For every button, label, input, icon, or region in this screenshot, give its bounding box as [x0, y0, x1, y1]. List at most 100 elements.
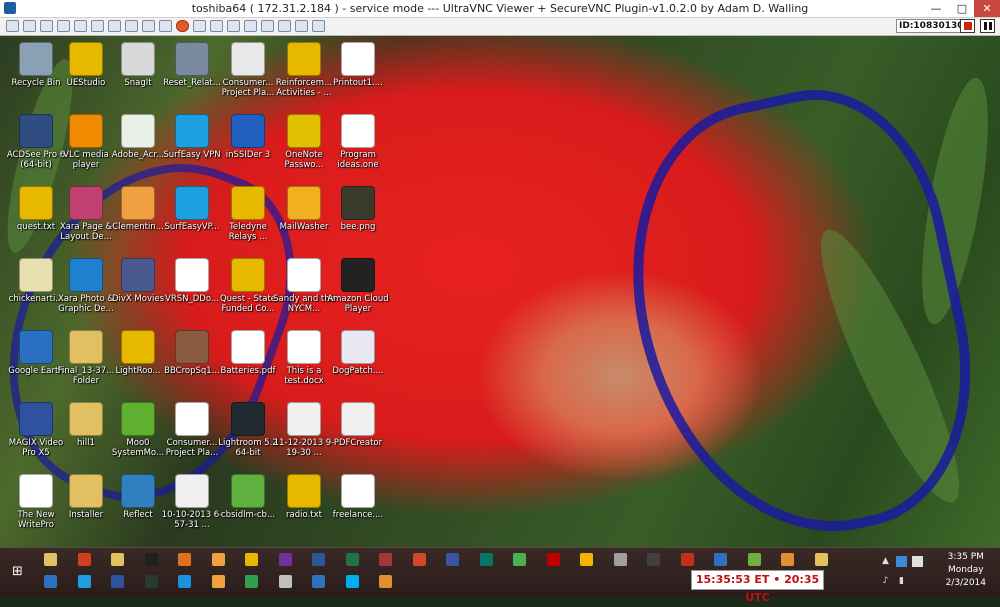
app13-icon[interactable] — [245, 575, 258, 588]
desktop-icon[interactable]: VRSN_DDo... — [160, 254, 224, 324]
desktop-icon[interactable]: freelance.... — [326, 470, 390, 540]
file-icon — [231, 474, 265, 508]
record-button[interactable] — [960, 19, 975, 33]
desktop-icon[interactable]: Amazon Cloud Player — [326, 254, 390, 324]
ie-icon[interactable] — [178, 575, 191, 588]
view-only-button[interactable] — [261, 20, 274, 32]
app-icon[interactable] — [144, 553, 158, 566]
app11-icon[interactable] — [144, 575, 158, 588]
desktop-icon[interactable]: PDFCreator — [326, 398, 390, 468]
screen-button[interactable] — [193, 20, 206, 32]
chrome-icon[interactable] — [513, 553, 526, 566]
app14-icon[interactable] — [278, 575, 292, 588]
window-title: toshiba64 ( 172.31.2.184 ) - service mod… — [191, 2, 809, 15]
file-explorer-icon[interactable] — [44, 553, 57, 566]
desktop-icon[interactable]: Program ideas.one — [326, 110, 390, 180]
desktop-icon[interactable]: Consumer... Project Pla... — [160, 398, 224, 468]
app2-icon[interactable] — [245, 553, 258, 566]
app16-icon[interactable] — [379, 575, 392, 588]
app4-icon[interactable] — [647, 553, 660, 566]
desktop-icon[interactable]: Consumer... Project Pla... — [216, 38, 280, 108]
volume-icon[interactable]: ♪ — [880, 576, 891, 587]
desktop-icon[interactable]: Lightroom 5.2 64-bit — [216, 398, 280, 468]
alt-button[interactable] — [74, 20, 87, 32]
app6-icon[interactable] — [714, 553, 727, 566]
desktop-icon[interactable]: inSSIDer 3 — [216, 110, 280, 180]
chrome2-icon[interactable] — [580, 553, 593, 566]
desktop-icon[interactable]: Reset_Relat... — [160, 38, 224, 108]
clipboard-button[interactable] — [295, 20, 308, 32]
file-transfer-button[interactable] — [142, 20, 155, 32]
minimize-button[interactable]: — — [924, 0, 948, 17]
lock-button[interactable] — [210, 20, 223, 32]
desktop-icon[interactable]: 10-10-2013 6-57-31 ... — [160, 470, 224, 540]
filezilla-icon[interactable] — [546, 553, 560, 566]
app10-icon[interactable] — [111, 575, 124, 588]
file-icon — [231, 258, 265, 292]
maximize-button[interactable]: □ — [950, 0, 974, 17]
network-icon[interactable]: ▮ — [896, 576, 907, 587]
visio-icon[interactable] — [446, 553, 459, 566]
pause-button[interactable] — [980, 19, 995, 33]
app3-icon[interactable] — [613, 553, 627, 566]
recent-button[interactable] — [244, 20, 257, 32]
scale-button[interactable] — [125, 20, 138, 32]
window-title-bar[interactable]: toshiba64 ( 172.31.2.184 ) - service mod… — [0, 0, 1000, 18]
tray-app-icon[interactable] — [896, 556, 907, 567]
taskbar: ⊞ 15:35:53 ET • 20:35 UTC ▲ ♪ ▮ 3:35 PM … — [0, 547, 1000, 604]
stop-viewer-button[interactable] — [176, 20, 189, 32]
desktop-icon[interactable]: bee.png — [326, 182, 390, 252]
desktop-icon[interactable]: Teledyne Relays ... — [216, 182, 280, 252]
access-icon[interactable] — [379, 553, 392, 566]
tray-arrow-icon[interactable]: ▲ — [880, 556, 891, 567]
desktop-icon[interactable]: SurfEasyVP... — [160, 182, 224, 252]
desktop-icon[interactable]: Quest - State Funded Co... — [216, 254, 280, 324]
file-icon — [231, 42, 265, 76]
app12-icon[interactable] — [211, 575, 225, 588]
system-clock[interactable]: 3:35 PM Monday 2/3/2014 — [946, 551, 986, 590]
tray-app2-icon[interactable] — [912, 556, 923, 567]
file-icon — [19, 114, 53, 148]
ctrl-button[interactable] — [57, 20, 70, 32]
firefox-icon[interactable] — [178, 553, 191, 566]
pin-button[interactable] — [312, 20, 325, 32]
start-button[interactable] — [91, 20, 104, 32]
window-button[interactable] — [278, 20, 291, 32]
desktop-icon[interactable]: Printout1.... — [326, 38, 390, 108]
skype-icon[interactable] — [345, 575, 359, 588]
desktop-icon[interactable]: SurfEasy VPN — [160, 110, 224, 180]
remote-desktop[interactable]: Recycle Bin UEStudio SnagIt Reset_Relat... C… — [0, 36, 1000, 547]
file-icon — [231, 114, 265, 148]
folder-icon[interactable] — [111, 553, 124, 566]
excel-icon[interactable] — [345, 553, 359, 566]
start-button[interactable]: ⊞ — [12, 564, 23, 579]
desktop-icon[interactable]: cbsidlm-cb... — [216, 470, 280, 540]
vnc-toolbar: ID:1083013097 [20 — [0, 18, 1000, 36]
fullscreen-button[interactable] — [108, 20, 121, 32]
notes-button[interactable] — [227, 20, 240, 32]
refresh-button[interactable] — [23, 20, 36, 32]
app5-icon[interactable] — [680, 553, 694, 566]
ctrl-alt-del-button[interactable] — [40, 20, 53, 32]
file-icon — [341, 42, 375, 76]
file-icon — [69, 42, 103, 76]
file-icon — [19, 402, 53, 436]
options-button[interactable] — [6, 20, 19, 32]
app9-icon[interactable] — [814, 553, 828, 566]
clementine-icon[interactable] — [211, 553, 225, 566]
app7-icon[interactable] — [747, 553, 761, 566]
explorer-icon[interactable] — [44, 575, 57, 588]
powerpoint-icon[interactable] — [77, 553, 91, 566]
powerpoint2-icon[interactable] — [412, 553, 426, 566]
app8-icon[interactable] — [781, 553, 794, 566]
app15-icon[interactable] — [312, 575, 325, 588]
onenote-icon[interactable] — [278, 553, 292, 566]
word-icon[interactable] — [312, 553, 325, 566]
desktop-icon[interactable]: Batteries.pdf — [216, 326, 280, 396]
publisher-icon[interactable] — [479, 553, 493, 566]
close-button[interactable]: ✕ — [974, 0, 1000, 17]
chat-button[interactable] — [159, 20, 172, 32]
desktop-icon[interactable]: DogPatch.... — [326, 326, 390, 396]
surfeasy-icon[interactable] — [77, 575, 91, 588]
desktop-icon[interactable]: BBCropSq1... — [160, 326, 224, 396]
